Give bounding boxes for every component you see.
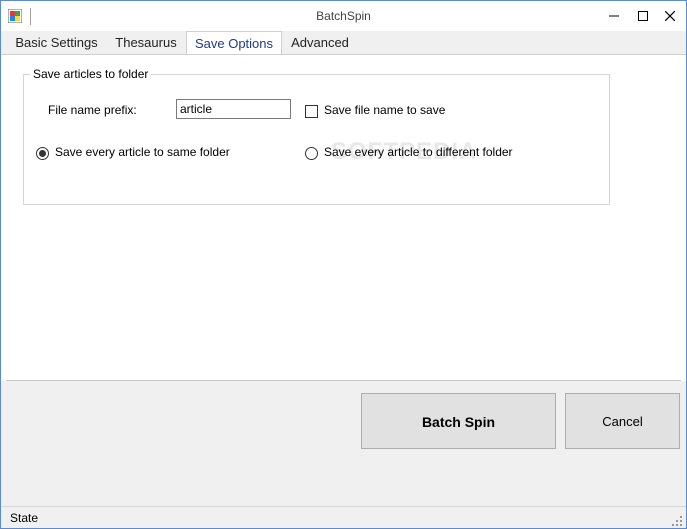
tab-thesaurus[interactable]: Thesaurus [107,33,185,54]
app-window: BatchSpin Basic Settings Thesaurus Save … [0,0,687,529]
radio-same-folder-label[interactable]: Save every article to same folder [55,145,230,159]
close-icon [665,11,675,21]
maximize-icon [638,11,648,21]
batch-spin-button[interactable]: Batch Spin [361,393,556,449]
group-title: Save articles to folder [30,67,152,81]
title-bar[interactable]: BatchSpin [1,1,686,31]
radio-different-folder-label[interactable]: Save every article to different folder [324,145,513,159]
save-file-name-label[interactable]: Save file name to save [324,103,445,117]
tab-strip: Basic Settings Thesaurus Save Options Ad… [1,31,686,56]
status-bar: State [1,506,686,528]
cancel-button[interactable]: Cancel [565,393,680,449]
window-title: BatchSpin [316,9,371,23]
resize-grip-icon[interactable] [672,516,682,526]
save-options-page: Save articles to folder File name prefix… [1,54,686,381]
prefix-input[interactable]: article [176,99,291,119]
tab-basic-settings[interactable]: Basic Settings [8,33,105,54]
radio-selected-dot [39,150,46,157]
save-file-name-checkbox[interactable] [305,105,318,118]
maximize-button[interactable] [628,1,658,31]
save-articles-group: Save articles to folder [23,67,610,205]
tab-advanced[interactable]: Advanced [283,33,357,54]
minimize-button[interactable] [599,1,629,31]
status-text: State [10,511,39,525]
minimize-icon [609,15,619,17]
radio-different-folder[interactable] [305,147,318,160]
close-button[interactable] [655,1,685,31]
radio-same-folder[interactable] [36,147,49,160]
prefix-label: File name prefix: [48,103,137,117]
tab-save-options[interactable]: Save Options [186,31,282,56]
divider [6,380,681,381]
